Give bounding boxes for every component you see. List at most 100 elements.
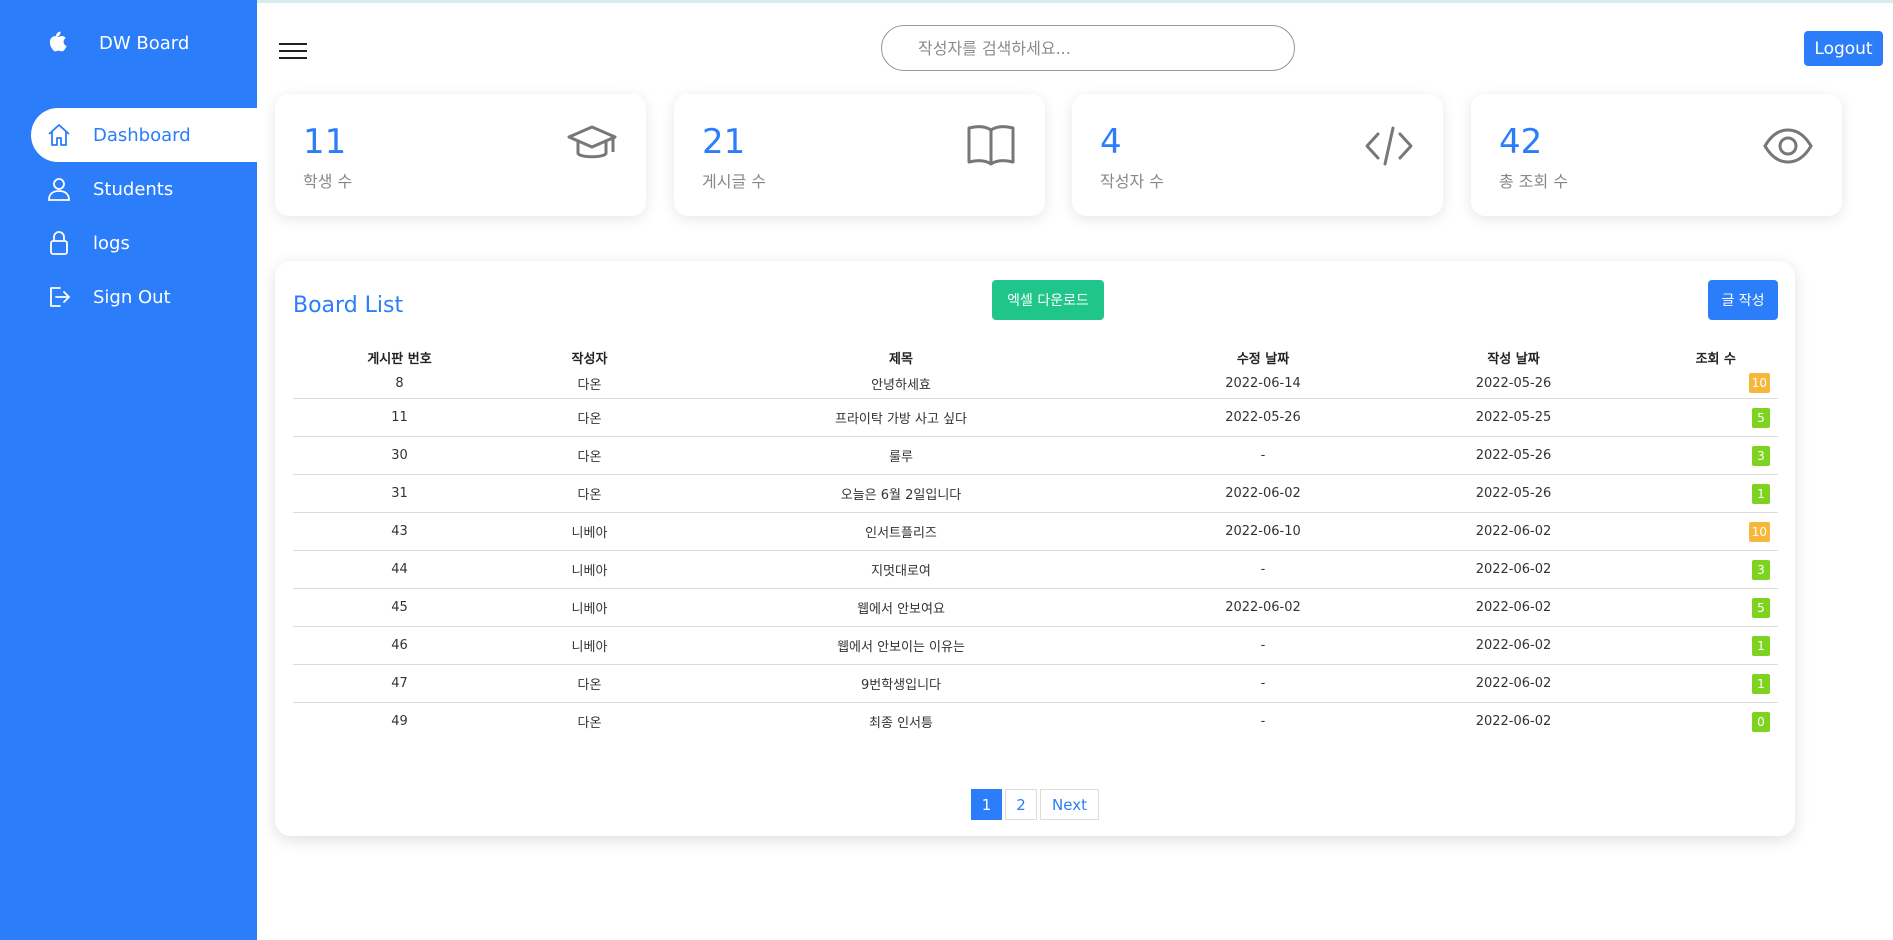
write-post-button[interactable]: 글 작성 [1708, 280, 1778, 320]
table-row[interactable]: 44 니베아 지멋대로여 -2022-06-02 3 [293, 550, 1778, 589]
table-row[interactable]: 30 다온 룰루 -2022-05-26 3 [293, 436, 1778, 475]
sidebar-item-students[interactable]: Students [31, 162, 257, 216]
cell-created: 2022-06-02 [1397, 664, 1630, 703]
brand[interactable]: DW Board [47, 30, 189, 56]
cell-views: 1 [1630, 664, 1778, 703]
cell-title: 웹에서 안보이는 이유는 [673, 626, 1129, 665]
cell-views: 3 [1630, 550, 1778, 589]
sidebar-item-dashboard[interactable]: Dashboard [31, 108, 257, 162]
stat-value: 4 [1100, 122, 1122, 162]
cell-no: 8 [293, 368, 506, 399]
table-row[interactable]: 11 다온 프라이탁 가방 사고 싶다 2022-05-26 2022-05-25 5 [293, 398, 1778, 437]
table-row[interactable]: 49 다온 최종 인서틍 - 2022-06-02 0 [293, 703, 1778, 741]
top-border [0, 0, 1893, 3]
cell-writer: 니베아 [506, 626, 673, 665]
column-header: 제목 [889, 351, 913, 367]
eye-icon [1762, 120, 1814, 172]
cell-title: 룰루 [673, 436, 1129, 475]
column-header: 조회 수 [1695, 351, 1736, 367]
cell-created: 2022-05-26 [1397, 474, 1630, 513]
cell-no: 11 [293, 398, 506, 437]
cell-created: 2022-05-26 [1397, 368, 1630, 399]
cell-created: 2022-06-02 [1475, 714, 1552, 729]
graduation-cap-icon [566, 120, 618, 172]
table-row[interactable]: 31 다온 오늘은 6월 2일입니다 2022-06-02 2022-05-26 1 [293, 474, 1778, 513]
board-table: 게시판 번호 작성자 제목 수정 날짜 작성 날짜 조회 수 8 다온 안녕하세효 2… [293, 346, 1778, 740]
cell-writer: 다온 [506, 398, 673, 437]
page-button-1[interactable]: 1 [971, 789, 1002, 820]
cell-updated: - [1260, 714, 1266, 729]
cell-no: 49 [391, 714, 408, 729]
stat-label: 학생 수 [303, 172, 353, 191]
cell-views: 0 [1630, 703, 1778, 741]
views-badge: 0 [1752, 711, 1770, 732]
table-row[interactable]: 47 다온 9번학생입니다 -2022-06-02 1 [293, 664, 1778, 703]
stat-label: 작성자 수 [1100, 172, 1164, 191]
cell-created: 2022-06-02 [1397, 588, 1630, 627]
apple-icon [47, 30, 67, 56]
cell-views: 5 [1630, 588, 1778, 627]
stat-value: 21 [702, 122, 746, 162]
sidebar-item-label: Students [93, 178, 174, 200]
search-input[interactable] [882, 26, 1294, 70]
cell-writer: 다온 [577, 716, 602, 731]
next-page-button[interactable]: Next [1040, 789, 1099, 820]
pagination: 1 2 Next [971, 789, 1102, 820]
views-badge: 5 [1752, 407, 1770, 428]
cell-title: 안녕하세효 [673, 368, 1129, 399]
table-header-row: 게시판 번호 작성자 제목 수정 날짜 작성 날짜 조회 수 [293, 346, 1778, 368]
stat-card-students: 11 학생 수 [275, 94, 646, 216]
cell-views: 3 [1630, 436, 1778, 475]
cell-no: 45 [293, 588, 506, 627]
column-header: 작성자 [571, 351, 608, 367]
home-icon [45, 121, 73, 149]
table-row[interactable]: 45 니베아 웹에서 안보여요 2022-06-02 2022-06-02 5 [293, 588, 1778, 627]
hamburger-menu-icon[interactable] [279, 43, 307, 65]
cell-views: 10 [1630, 368, 1778, 399]
cell-created: 2022-06-02 [1397, 626, 1630, 665]
brand-name: DW Board [99, 32, 190, 54]
stat-value: 42 [1499, 122, 1543, 162]
cell-views: 1 [1630, 626, 1778, 665]
cell-no: 47 [293, 664, 506, 703]
views-badge: 5 [1752, 597, 1770, 618]
cell-writer: 다온 [506, 436, 673, 475]
cell-title: 지멋대로여 [673, 550, 1129, 589]
cell-title: 웹에서 안보여요 [673, 588, 1129, 627]
page-button-2[interactable]: 2 [1005, 789, 1037, 820]
table-row[interactable]: 46 니베아 웹에서 안보이는 이유는 -2022-06-02 1 [293, 626, 1778, 665]
cell-created: 2022-06-02 [1397, 550, 1630, 589]
cell-writer: 다온 [506, 368, 673, 399]
cell-writer: 니베아 [506, 588, 673, 627]
cell-updated: - [1129, 436, 1397, 475]
cell-title: 오늘은 6월 2일입니다 [673, 474, 1129, 513]
cell-title: 인서트플리즈 [673, 512, 1129, 551]
excel-download-button[interactable]: 엑셀 다운로드 [992, 280, 1104, 320]
cell-views: 5 [1630, 398, 1778, 437]
stat-label: 게시글 수 [702, 172, 766, 191]
sidebar-item-label: Sign Out [93, 286, 171, 308]
logout-button[interactable]: Logout [1804, 31, 1883, 66]
cell-no: 43 [293, 512, 506, 551]
sidebar-item-label: Dashboard [93, 124, 191, 146]
board-title: Board List [293, 293, 404, 318]
table-row[interactable]: 8 다온 안녕하세효 2022-06-14 2022-05-26 10 [293, 368, 1778, 399]
cell-title: 프라이탁 가방 사고 싶다 [673, 398, 1129, 437]
column-header: 작성 날짜 [1487, 351, 1540, 367]
sidebar-item-logs[interactable]: logs [31, 216, 257, 270]
search-bar [881, 25, 1295, 71]
cell-updated: - [1129, 550, 1397, 589]
sign-out-icon [45, 283, 73, 311]
cell-updated: 2022-06-02 [1129, 474, 1397, 513]
cell-views: 1 [1630, 474, 1778, 513]
views-badge: 1 [1752, 635, 1770, 656]
views-badge: 10 [1748, 521, 1770, 542]
cell-updated: - [1129, 664, 1397, 703]
sidebar-item-sign-out[interactable]: Sign Out [31, 270, 257, 324]
sidebar: DW Board Dashboard Students logs Sign Ou… [0, 0, 257, 940]
stat-label: 총 조회 수 [1499, 172, 1569, 191]
cell-updated: - [1129, 626, 1397, 665]
table-row[interactable]: 43 니베아 인서트플리즈 2022-06-10 2022-06-02 10 [293, 512, 1778, 551]
cell-created: 2022-05-25 [1397, 398, 1630, 437]
book-icon [965, 120, 1017, 172]
